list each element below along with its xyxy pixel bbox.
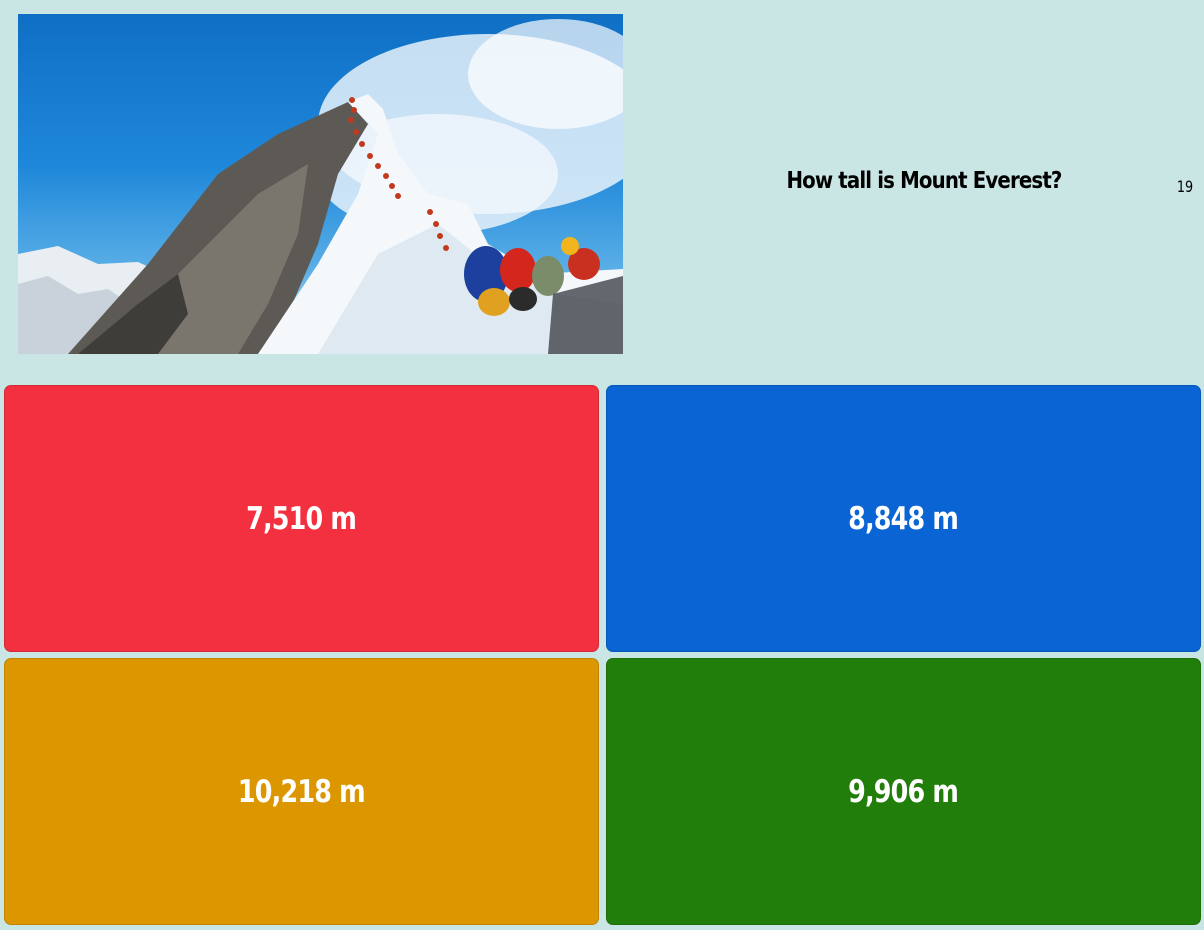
mountain-image-icon [18, 19, 623, 354]
quiz-page: How tall is Mount Everest? 19 7,510 m 8,… [0, 0, 1204, 930]
answer-option-3-label: 10,218 m [238, 773, 366, 810]
answer-option-2[interactable]: 8,848 m [606, 385, 1201, 652]
answer-option-1-label: 7,510 m [246, 500, 357, 537]
answer-option-2-label: 8,848 m [848, 500, 959, 537]
answer-option-4-label: 9,906 m [848, 773, 959, 810]
question-image [18, 14, 623, 354]
answer-option-4[interactable]: 9,906 m [606, 658, 1201, 925]
answer-option-1[interactable]: 7,510 m [4, 385, 599, 652]
answer-option-3[interactable]: 10,218 m [4, 658, 599, 925]
countdown-timer: 19 [1176, 177, 1194, 196]
question-text: How tall is Mount Everest? [786, 168, 1062, 194]
